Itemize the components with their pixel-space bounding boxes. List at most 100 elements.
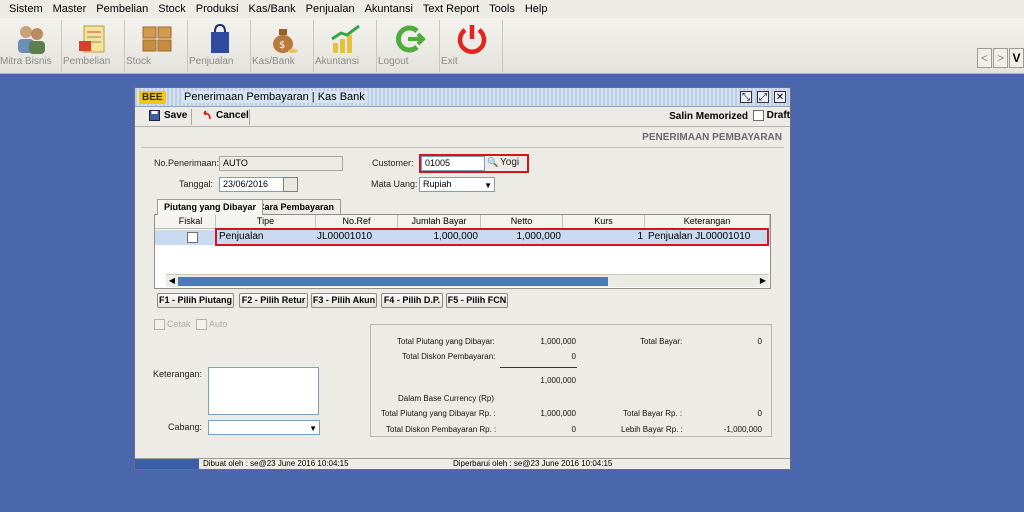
boxes-icon (142, 26, 171, 52)
calendar-icon[interactable] (283, 177, 298, 192)
tab-piutang[interactable]: Piutang yang Dibayar (157, 199, 264, 215)
bee-logo: BEE (139, 91, 166, 104)
status-indicator (135, 459, 199, 469)
undo-icon (203, 110, 211, 120)
chevron-down-icon: ▼ (484, 181, 492, 190)
auto-label: Auto (209, 319, 228, 329)
menu-text-report[interactable]: Text Report (418, 3, 484, 15)
stock-button[interactable]: Stock (126, 20, 188, 72)
mata-uang-label: Mata Uang: (371, 179, 418, 189)
tanggal-field[interactable]: 23/06/2016 (219, 177, 285, 192)
cabang-select[interactable]: ▼ (208, 420, 320, 435)
shrink-icon[interactable]: ⤡ (740, 91, 752, 103)
exit-button[interactable]: Exit (441, 20, 503, 72)
people-icon (17, 26, 45, 54)
customer-name: Yogi (500, 157, 520, 168)
pilih-piutang-button[interactable]: F1 - Pilih Piutang (157, 293, 234, 308)
svg-text:$: $ (279, 40, 285, 51)
total-bayar-rp-value: 0 (757, 409, 762, 418)
col-tipe: Tipe (216, 215, 316, 229)
summary-panel: Total Piutang yang Dibayar: 1,000,000 To… (370, 324, 772, 437)
mata-uang-value: Rupiah (423, 179, 452, 189)
menu-kas-bank[interactable]: Kas/Bank (244, 3, 301, 15)
maximize-icon[interactable]: ⤢ (757, 91, 769, 103)
grid-header: Fiskal Tipe No.Ref Jumlah Bayar Netto Ku… (155, 215, 770, 229)
money-bag-icon: $ (272, 29, 298, 53)
total-diskon-value: 0 (571, 352, 576, 361)
total-diskon-rp-value: 0 (571, 425, 576, 434)
base-currency-label: Dalam Base Currency (Rp) (398, 394, 495, 403)
total-diskon-rp-label: Total Diskon Pembayaran Rp. : (386, 425, 497, 434)
scroll-thumb[interactable] (178, 277, 608, 286)
toolbar-label: Penjualan (189, 56, 234, 67)
menu-help[interactable]: Help (520, 3, 553, 15)
cancel-button[interactable]: Cancel (201, 110, 249, 121)
save-button[interactable]: Save (149, 110, 187, 121)
scroll-right-icon[interactable]: ▶ (757, 275, 769, 287)
lebih-bayar-label: Lebih Bayar Rp. : (621, 425, 683, 434)
penerimaan-dialog: BEE Penerimaan Pembayaran | Kas Bank ⤡ ⤢… (134, 87, 791, 470)
kas-bank-button[interactable]: $ Kas/Bank (252, 20, 314, 72)
logout-icon (395, 25, 426, 53)
main-toolbar: Mitra Bisnis Pembelian Stock Penjualan $… (0, 18, 1024, 74)
draft-check[interactable] (752, 110, 764, 121)
updated-by-text: Diperbarui oleh : se@23 June 2016 10:04:… (453, 459, 613, 468)
cetak-label: Cetak (167, 319, 191, 329)
menu-stock[interactable]: Stock (153, 3, 191, 15)
menu-produksi[interactable]: Produksi (191, 3, 244, 15)
search-icon[interactable]: 🔍 (487, 157, 498, 168)
pilih-retur-button[interactable]: F2 - Pilih Retur (239, 293, 308, 308)
piutang-grid: Fiskal Tipe No.Ref Jumlah Bayar Netto Ku… (154, 214, 771, 289)
total-bayar-label: Total Bayar: (640, 337, 683, 346)
no-penerimaan-field: AUTO (219, 156, 343, 171)
menu-bar: Sistem Master Pembelian Stock Produksi K… (0, 0, 1024, 18)
nav-next-button[interactable]: > (993, 48, 1008, 68)
mata-uang-select[interactable]: Rupiah ▼ (419, 177, 495, 192)
dialog-toolbar: Save Cancel Salin Memorized Draft (135, 107, 790, 127)
logout-button[interactable]: Logout (378, 20, 440, 72)
mitra-bisnis-button[interactable]: Mitra Bisnis (0, 20, 62, 72)
menu-pembelian[interactable]: Pembelian (91, 3, 153, 15)
divider (141, 147, 784, 148)
cancel-label: Cancel (216, 110, 249, 121)
nav-prev-button[interactable]: < (977, 48, 992, 68)
customer-code-field[interactable]: 01005 (421, 156, 485, 171)
close-icon[interactable]: ✕ (774, 91, 786, 103)
col-jumlah-bayar: Jumlah Bayar (398, 215, 481, 229)
akuntansi-button[interactable]: Akuntansi (315, 20, 377, 72)
col-noref: No.Ref (316, 215, 398, 229)
salin-memorized-button[interactable]: Salin Memorized (669, 111, 748, 122)
shopping-bag-icon (210, 23, 229, 53)
pilih-fcn-button[interactable]: F5 - Pilih FCN (446, 293, 508, 308)
menu-sistem[interactable]: Sistem (4, 3, 48, 15)
lebih-bayar-value: -1,000,000 (723, 425, 762, 434)
toolbar-label: Exit (441, 56, 458, 67)
purchase-icon (78, 25, 104, 53)
draft-label: Draft (766, 110, 790, 121)
tab-cara-pembayaran[interactable]: Cara Pembayaran (251, 199, 342, 214)
keterangan-textarea[interactable] (208, 367, 319, 415)
menu-akuntansi[interactable]: Akuntansi (360, 3, 418, 15)
col-keterangan: Keterangan (645, 215, 770, 229)
penjualan-button[interactable]: Penjualan (189, 20, 251, 72)
total-piutang-rp-label: Total Piutang yang Dibayar Rp. : (381, 409, 496, 418)
toolbar-label: Mitra Bisnis (0, 56, 52, 67)
pilih-dp-button[interactable]: F4 - Pilih D.P. (381, 293, 443, 308)
pembelian-button[interactable]: Pembelian (63, 20, 125, 72)
subtotal-line (500, 367, 577, 368)
draft-checkbox[interactable]: Draft (752, 110, 790, 121)
fiskal-checkbox[interactable] (187, 232, 198, 243)
menu-master[interactable]: Master (48, 3, 92, 15)
scroll-left-icon[interactable]: ◀ (166, 275, 178, 287)
horizontal-scrollbar[interactable]: ◀ ▶ (166, 274, 769, 287)
pilih-akun-button[interactable]: F3 - Pilih Akun (311, 293, 377, 308)
auto-checkbox (196, 319, 207, 330)
dialog-titlebar[interactable]: BEE Penerimaan Pembayaran | Kas Bank ⤡ ⤢… (135, 88, 790, 107)
nav-menu-button[interactable]: V (1009, 48, 1024, 68)
no-penerimaan-label: No.Penerimaan: (154, 158, 220, 168)
menu-penjualan[interactable]: Penjualan (301, 3, 360, 15)
col-fiskal: Fiskal (166, 215, 216, 229)
window-nav: < > V (976, 48, 1024, 68)
customer-label: Customer: (372, 158, 414, 168)
menu-tools[interactable]: Tools (484, 3, 520, 15)
